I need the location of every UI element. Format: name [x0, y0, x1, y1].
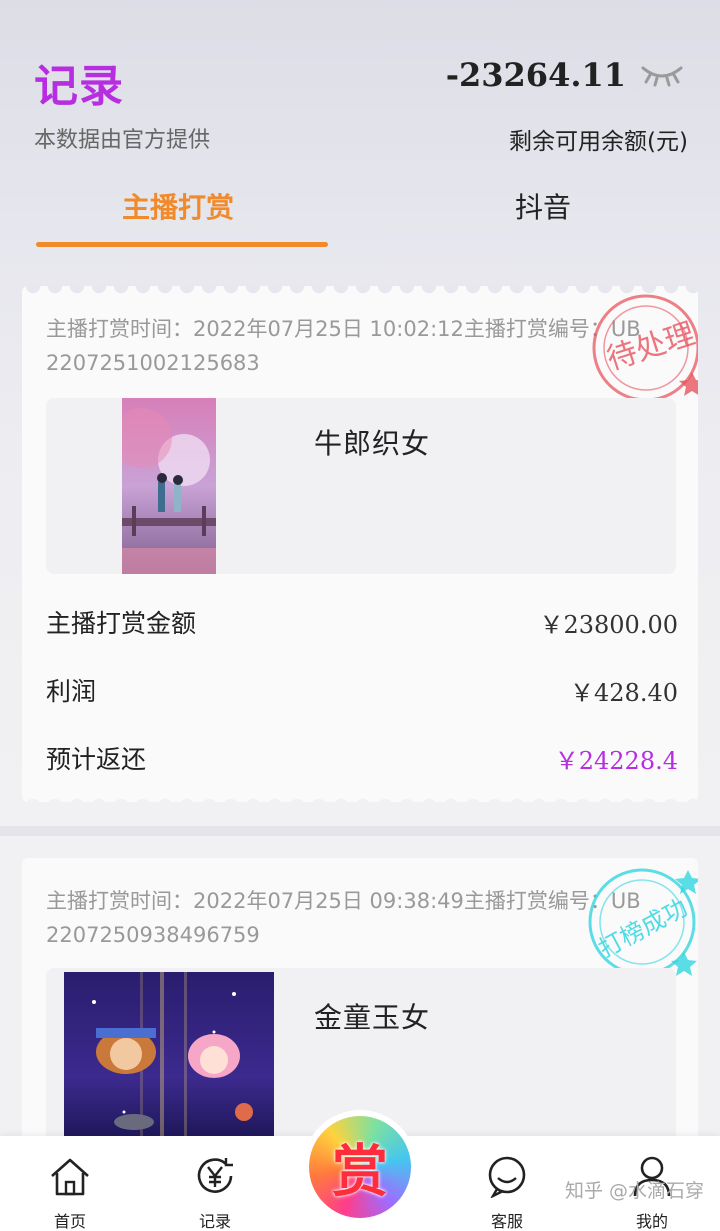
- gift-name: 牛郎织女: [314, 427, 431, 460]
- nav-service[interactable]: 客服: [457, 1136, 557, 1231]
- nav-mine-label: 我的: [635, 1212, 668, 1231]
- chat-icon: [488, 1156, 526, 1198]
- page-title: 记录: [34, 61, 124, 112]
- page-subtitle: 本数据由官方提供: [34, 128, 211, 153]
- record-meta: 主播打赏时间：2022年07月25日 09:38:49主播打赏编号：UB2207…: [46, 889, 641, 947]
- tab-bar: 主播打赏 抖音: [0, 186, 720, 256]
- pending-stamp: 待处理: [592, 294, 698, 400]
- pending-stamp-text: 待处理: [603, 316, 698, 377]
- watermark: 知乎 @水滴石穿: [564, 1180, 704, 1202]
- nav-service-label: 客服: [490, 1212, 523, 1231]
- nav-record[interactable]: 记录: [165, 1136, 265, 1231]
- reward-amount-label: 主播打赏金额: [46, 609, 197, 638]
- tab-douyin[interactable]: 抖音: [515, 186, 571, 226]
- profit-value: ￥428.40: [570, 678, 678, 707]
- profit-row: 利润 ￥428.40: [46, 670, 678, 710]
- reward-amount-row: 主播打赏金额 ￥23800.00: [46, 602, 678, 642]
- expected-return-label: 预计返还: [46, 745, 147, 774]
- balance-label: 剩余可用余额(元): [509, 129, 688, 155]
- yuan-record-icon: [197, 1158, 233, 1193]
- nav-home[interactable]: 首页: [20, 1136, 120, 1231]
- tab-anchor-reward[interactable]: 主播打赏: [122, 186, 234, 226]
- gift-thumbnail-image: [122, 398, 216, 574]
- home-icon: [51, 1158, 89, 1196]
- success-stamp: 打榜成功: [588, 868, 698, 976]
- balance-row: -23264.11: [446, 56, 684, 94]
- profit-label: 利润: [46, 677, 97, 706]
- gift-name: 金童玉女: [314, 1001, 431, 1034]
- record-page: 记录 本数据由官方提供 -23264.11 剩余可用余额(元) 主播打赏 抖音 …: [0, 0, 720, 1231]
- card-divider: [0, 826, 720, 836]
- nav-record-label: 记录: [198, 1212, 231, 1231]
- record-meta: 主播打赏时间：2022年07月25日 10:02:12主播打赏编号：UB2207…: [46, 317, 641, 375]
- reward-center-button[interactable]: 赏: [309, 1116, 411, 1218]
- gift-thumbnail-image: [64, 972, 274, 1148]
- record-card[interactable]: 主播打赏时间：2022年07月25日 10:02:12主播打赏编号：UB2207…: [22, 286, 698, 802]
- nav-home-label: 首页: [53, 1212, 86, 1231]
- reward-icon: 赏: [332, 1139, 388, 1205]
- reward-amount-value: ￥23800.00: [539, 610, 678, 639]
- expected-return-row: 预计返还 ￥24228.4: [46, 738, 678, 778]
- card-edge: [22, 792, 698, 802]
- success-stamp-text: 打榜成功: [594, 893, 692, 963]
- expected-return-value: ￥24228.4: [554, 746, 678, 775]
- gift-item[interactable]: 牛郎织女: [46, 398, 676, 574]
- balance-value: -23264.11: [445, 56, 626, 94]
- eye-closed-icon[interactable]: [640, 62, 684, 88]
- tab-active-indicator: [36, 242, 328, 247]
